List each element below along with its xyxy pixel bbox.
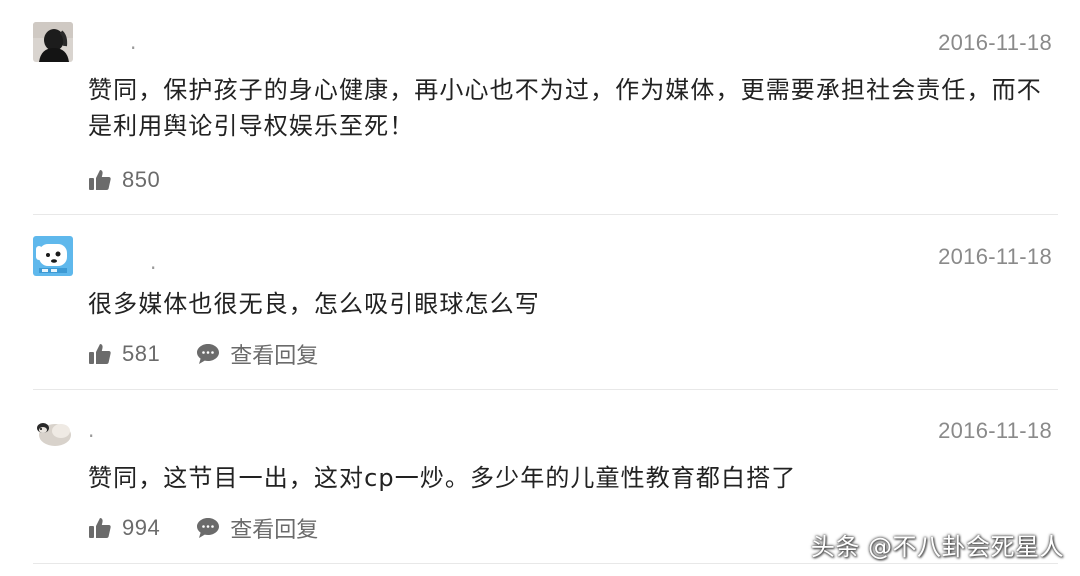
like-button[interactable]: 994	[88, 515, 160, 541]
divider	[33, 389, 1058, 390]
thumbs-up-icon	[88, 168, 112, 192]
watermark: 头条 @不八卦会死星人	[810, 533, 1064, 561]
like-button[interactable]: 850	[88, 167, 160, 193]
comment-date: 2016-11-18	[938, 418, 1052, 443]
comment-actions: 850	[88, 166, 160, 194]
comment-actions: 994 查看回复	[88, 512, 318, 544]
divider	[33, 563, 1058, 564]
like-count: 994	[122, 515, 161, 540]
divider	[33, 214, 1058, 215]
comment-text: 赞同，保护孩子的身心健康，再小心也不为过，作为媒体，更需要承担社会责任，而不是利…	[88, 76, 1042, 140]
view-replies-button[interactable]: 查看回复	[196, 338, 318, 370]
speech-bubble-icon	[196, 517, 220, 539]
comment-date: 2016-11-18	[938, 244, 1052, 269]
username[interactable]: .	[150, 252, 156, 272]
thumbs-up-icon	[88, 516, 112, 540]
view-replies-label: 查看回复	[230, 344, 319, 369]
view-replies-button[interactable]: 查看回复	[196, 512, 318, 544]
comment-text: 赞同，这节目一出，这对cp一炒。多少年的儿童性教育都白搭了	[88, 464, 797, 492]
speech-bubble-icon	[196, 343, 220, 365]
comment-actions: 581 查看回复	[88, 338, 318, 370]
thumbs-up-icon	[88, 342, 112, 366]
username[interactable]: .	[88, 420, 94, 440]
username[interactable]: .	[130, 32, 136, 52]
like-count: 581	[122, 341, 161, 366]
avatar[interactable]	[33, 236, 73, 276]
avatar[interactable]	[33, 411, 73, 451]
view-replies-label: 查看回复	[230, 518, 319, 543]
comment-date: 2016-11-18	[938, 30, 1052, 55]
avatar[interactable]	[33, 22, 73, 62]
like-count: 850	[122, 167, 161, 192]
comment-text: 很多媒体也很无良，怎么吸引眼球怎么写	[88, 290, 540, 318]
like-button[interactable]: 581	[88, 341, 160, 367]
